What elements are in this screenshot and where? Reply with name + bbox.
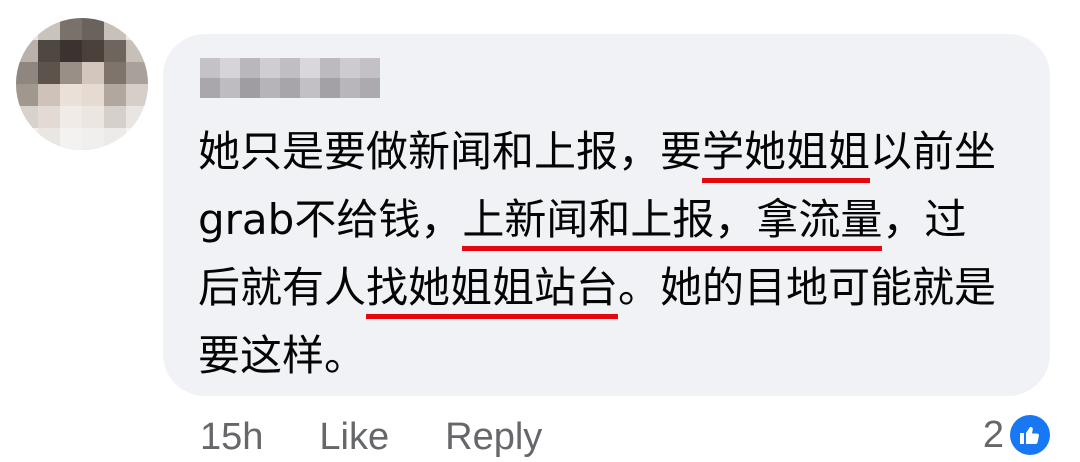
username-pixel — [280, 58, 300, 78]
username-pixel — [360, 58, 380, 78]
comment-line: 她只是要做新闻和上报，要学她姐姐以前坐 — [198, 118, 1038, 186]
comment-line: 后就有人找她姐姐站台。她的目地可能就是 — [198, 254, 1038, 322]
avatar-pixel — [82, 40, 104, 62]
reaction-summary[interactable]: 2 — [983, 410, 1050, 460]
comment-text: 她只是要做新闻和上报，要学她姐姐以前坐 grab不给钱，上新闻和上报，拿流量，过后… — [198, 118, 1038, 390]
avatar-pixel — [60, 128, 82, 150]
avatar-pixel — [16, 62, 38, 84]
avatar-pixel — [38, 106, 60, 128]
avatar-pixel — [126, 40, 148, 62]
avatar-pixel — [104, 128, 126, 150]
avatar-pixel — [82, 62, 104, 84]
username-pixel — [260, 58, 280, 78]
avatar-pixel — [60, 40, 82, 62]
username-pixel — [220, 58, 240, 78]
avatar-pixel — [126, 84, 148, 106]
username-pixel — [220, 78, 240, 98]
comment-line: 要这样。 — [198, 322, 1038, 390]
underlined-phrase: 学她姐姐 — [702, 127, 871, 183]
avatar-pixel — [82, 18, 104, 40]
comment-segment: grab不给钱， — [198, 195, 463, 244]
avatar[interactable] — [16, 18, 148, 150]
avatar-pixel — [16, 106, 38, 128]
comment-segment: 她只是要做新闻和上报，要 — [198, 127, 703, 176]
avatar-pixel — [82, 128, 104, 150]
username-pixel — [360, 78, 380, 98]
avatar-pixel — [126, 128, 148, 150]
avatar-pixel — [104, 18, 126, 40]
reaction-count: 2 — [982, 413, 1004, 456]
comment-segment: ，过 — [882, 195, 967, 244]
comment-segment: 后就有人 — [198, 263, 367, 312]
username-pixel — [200, 78, 220, 98]
avatar-pixel — [82, 84, 104, 106]
username-pixel — [200, 58, 220, 78]
avatar-pixel — [38, 40, 60, 62]
avatar-pixel — [126, 18, 148, 40]
username-pixel — [340, 58, 360, 78]
username-pixel — [300, 58, 320, 78]
avatar-pixel — [16, 40, 38, 62]
avatar-pixel — [104, 106, 126, 128]
avatar-pixel — [104, 40, 126, 62]
username-blurred[interactable] — [200, 58, 380, 98]
avatar-pixel — [16, 128, 38, 150]
avatar-pixel — [126, 106, 148, 128]
thumbs-up-icon — [1010, 415, 1050, 455]
avatar-pixel — [38, 128, 60, 150]
username-pixel — [300, 78, 320, 98]
avatar-pixel — [38, 18, 60, 40]
username-pixel — [240, 78, 260, 98]
comment-segment: 要这样。 — [198, 331, 367, 380]
avatar-pixel — [60, 84, 82, 106]
avatar-pixel — [126, 62, 148, 84]
underlined-phrase: 上新闻和上报，拿流量 — [462, 195, 883, 251]
avatar-pixel — [60, 62, 82, 84]
username-pixel — [260, 78, 280, 98]
avatar-pixel — [16, 84, 38, 106]
like-button[interactable]: Like — [319, 416, 389, 459]
avatar-pixel — [38, 62, 60, 84]
comment-line: grab不给钱，上新闻和上报，拿流量，过 — [198, 186, 1038, 254]
underlined-phrase: 找她姐姐站台 — [366, 263, 619, 319]
username-pixel — [320, 78, 340, 98]
username-pixel — [280, 78, 300, 98]
avatar-pixel — [16, 18, 38, 40]
avatar-pixel — [104, 84, 126, 106]
avatar-pixel — [104, 62, 126, 84]
comment-segment: 。她的目地可能就是 — [618, 263, 997, 312]
avatar-pixel — [60, 18, 82, 40]
avatar-pixel — [82, 106, 104, 128]
username-pixel — [320, 58, 340, 78]
reply-button[interactable]: Reply — [445, 416, 542, 459]
avatar-pixel — [38, 84, 60, 106]
timestamp[interactable]: 15h — [200, 416, 263, 459]
comment-segment: 以前坐 — [870, 127, 997, 176]
username-pixel — [240, 58, 260, 78]
avatar-pixel — [60, 106, 82, 128]
comment-actions: 15h Like Reply — [200, 412, 542, 462]
username-pixel — [340, 78, 360, 98]
